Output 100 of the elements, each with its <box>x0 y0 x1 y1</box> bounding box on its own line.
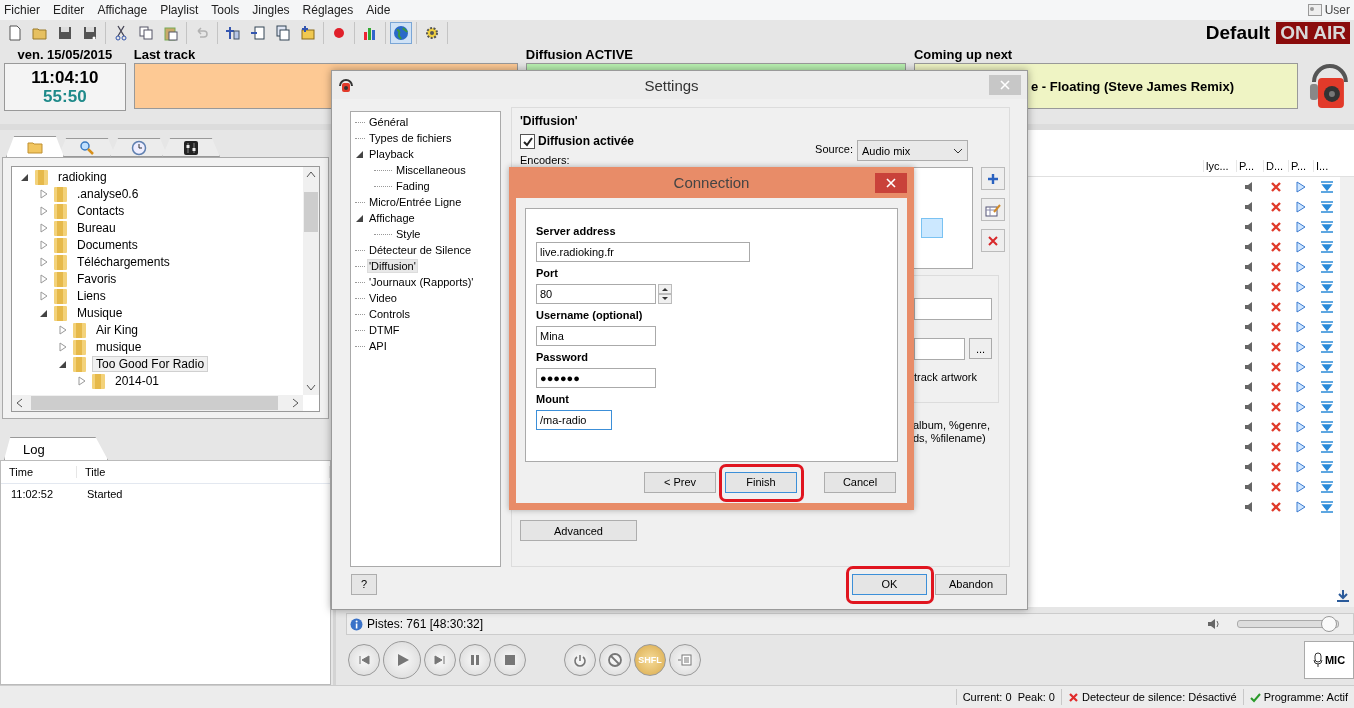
settings-nav-item[interactable]: Miscellaneous <box>394 163 468 177</box>
vertical-scrollbar[interactable] <box>1340 177 1354 607</box>
folder-item[interactable]: musique <box>92 338 146 355</box>
folder-item[interactable]: radioking <box>54 168 111 185</box>
close-icon <box>1269 221 1282 233</box>
dialog-button[interactable]: < Prev <box>644 471 716 493</box>
download-icon <box>1319 441 1334 453</box>
settings-nav-item[interactable]: 'Diffusion' <box>367 259 418 273</box>
input-field[interactable]: 80 <box>536 284 656 304</box>
menu-item[interactable]: Affichage <box>97 3 155 17</box>
transport-button[interactable] <box>494 644 526 676</box>
loop-icon <box>572 652 588 668</box>
settings-nav-item[interactable]: Playback <box>367 147 416 161</box>
transport-button[interactable] <box>383 641 421 679</box>
download-icon <box>1336 589 1350 603</box>
input-field[interactable]: Mina <box>536 326 656 346</box>
browse-button[interactable]: ... <box>969 338 992 359</box>
folder-item[interactable]: Too Good For Radio <box>92 355 209 372</box>
settings-nav-item[interactable]: Micro/Entrée Ligne <box>367 195 464 209</box>
vertical-scrollbar[interactable] <box>303 167 319 395</box>
column-header[interactable]: P... <box>1236 160 1263 172</box>
spinner[interactable] <box>658 284 672 304</box>
close-button[interactable] <box>875 172 907 193</box>
log-tab[interactable]: Log <box>4 437 108 460</box>
folder-item[interactable]: 2014-01 <box>111 372 164 389</box>
play-icon <box>1295 221 1306 233</box>
menu-item[interactable]: Aide <box>366 3 398 17</box>
abandon-button[interactable]: Abandon <box>935 573 1007 595</box>
settings-nav-item[interactable]: DTMF <box>367 323 402 337</box>
folder-item[interactable]: Bureau <box>73 219 120 236</box>
transport-button[interactable] <box>424 644 456 676</box>
settings-nav-item[interactable]: Fading <box>394 179 432 193</box>
dialog-button[interactable]: Cancel <box>824 471 896 493</box>
input-field[interactable]: live.radioking.fr <box>536 242 750 262</box>
add-button[interactable] <box>981 167 1005 190</box>
transport-button[interactable] <box>459 644 491 676</box>
menu-item[interactable]: Editer <box>53 3 92 17</box>
settings-nav-item[interactable]: Controls <box>367 307 412 321</box>
column-header[interactable]: P... <box>1288 160 1313 172</box>
menu-item[interactable]: Réglages <box>302 3 361 17</box>
menu-item[interactable]: Tools <box>211 3 247 17</box>
menu-item[interactable]: Playlist <box>160 3 206 17</box>
play-icon <box>1295 241 1306 253</box>
folder-item[interactable]: Musique <box>73 304 127 321</box>
settings-nav-item[interactable]: Affichage <box>367 211 417 225</box>
checkbox-label[interactable]: Diffusion activée <box>538 134 635 148</box>
column-header[interactable]: Time <box>1 466 77 478</box>
toolbar-button[interactable] <box>390 22 412 44</box>
column-header[interactable]: lyc... <box>1203 160 1236 172</box>
ok-button[interactable]: OK <box>852 573 927 595</box>
folder-item[interactable]: .analyse0.6 <box>73 185 143 202</box>
horizontal-scrollbar[interactable] <box>12 395 303 411</box>
browser-tab[interactable] <box>162 138 220 157</box>
settings-nav-item[interactable]: Détecteur de Silence <box>367 243 474 257</box>
scrollbar-thumb[interactable] <box>31 396 278 410</box>
chevron-down-icon <box>953 147 963 154</box>
transport-button[interactable] <box>599 644 631 676</box>
folder-item[interactable]: Documents <box>73 236 142 253</box>
folder-item[interactable]: Contacts <box>73 202 129 219</box>
close-icon <box>1269 461 1282 473</box>
settings-nav-item[interactable]: Général <box>367 115 411 129</box>
edit-button[interactable] <box>981 198 1005 221</box>
settings-nav-item[interactable]: Video <box>367 291 399 305</box>
scrollbar-thumb[interactable] <box>304 192 318 232</box>
search-icon <box>79 139 95 156</box>
input-field[interactable]: /ma-radio <box>536 410 612 430</box>
folder-item[interactable]: Favoris <box>73 270 121 287</box>
folder-item[interactable]: Air King <box>92 321 143 338</box>
source-dropdown[interactable]: Audio mix <box>857 140 968 161</box>
settings-nav-item[interactable]: API <box>367 339 389 353</box>
volume-thumb[interactable] <box>1320 616 1337 632</box>
column-header[interactable]: I... <box>1313 160 1340 172</box>
delete-button[interactable] <box>981 229 1005 252</box>
help-button[interactable]: ? <box>351 573 377 595</box>
download-icon <box>1319 461 1334 473</box>
folder-item[interactable]: Téléchargements <box>73 253 174 270</box>
play-icon <box>1295 381 1306 393</box>
mic-button[interactable]: MIC <box>1304 641 1354 679</box>
checkbox[interactable] <box>520 134 535 149</box>
menu-item[interactable]: Fichier <box>4 3 47 17</box>
folder-icon <box>53 235 69 254</box>
mixer-icon <box>183 139 199 156</box>
advanced-button[interactable]: Advanced <box>520 520 637 541</box>
transport-button[interactable] <box>564 644 596 676</box>
column-header[interactable]: D... <box>1263 160 1288 172</box>
column-header[interactable]: Title <box>77 466 330 478</box>
folder-item[interactable]: Liens <box>73 287 110 304</box>
download-icon <box>1319 241 1334 253</box>
input-field[interactable] <box>914 298 992 320</box>
input-field[interactable]: ●●●●●● <box>536 368 656 388</box>
user-label[interactable]: User <box>1324 3 1350 17</box>
input-field[interactable] <box>914 338 965 360</box>
settings-nav-item[interactable]: Style <box>394 227 423 241</box>
dialog-button[interactable]: Finish <box>725 471 797 493</box>
transport-button[interactable] <box>348 644 380 676</box>
transport-button[interactable] <box>669 644 701 676</box>
diffusion-label: Diffusion ACTIVE <box>525 46 634 63</box>
settings-nav-item[interactable]: 'Journaux (Rapports)' <box>367 275 476 289</box>
menu-item[interactable]: Jingles <box>252 3 297 17</box>
settings-nav-item[interactable]: Types de fichiers <box>367 131 454 145</box>
